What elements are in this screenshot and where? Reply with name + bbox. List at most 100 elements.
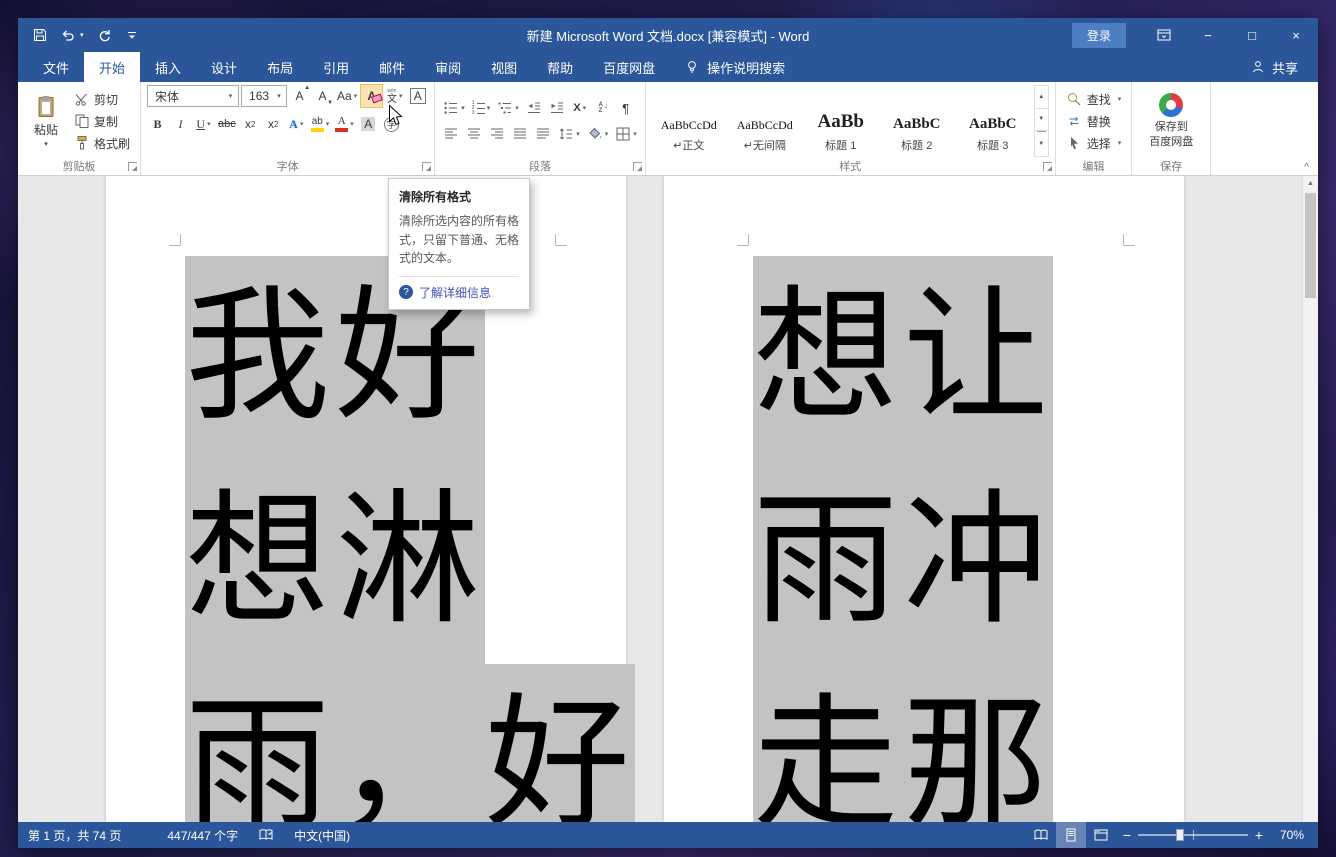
zoom-in-button[interactable]: + (1248, 822, 1270, 848)
font-size-combo[interactable]: 163 ▾ (241, 85, 288, 107)
align-center-button[interactable] (464, 124, 484, 144)
zoom-slider[interactable] (1138, 822, 1248, 848)
clipboard-dialog-launcher[interactable] (128, 162, 138, 171)
tab-references[interactable]: 引用 (308, 52, 364, 82)
format-painter-button[interactable]: 格式刷 (70, 133, 134, 153)
document-text-line[interactable]: 想让 (753, 256, 1053, 460)
line-spacing-button[interactable] (556, 124, 582, 144)
phonetic-guide-button[interactable]: 文wén (384, 85, 405, 107)
minimize-button[interactable]: − (1186, 18, 1230, 52)
paragraph-dialog-launcher[interactable] (632, 162, 642, 171)
align-left-button[interactable] (441, 124, 461, 144)
align-right-button[interactable] (487, 124, 507, 144)
word-count[interactable]: 447/447 个字 (157, 822, 248, 848)
scrollbar-thumb[interactable] (1305, 193, 1316, 298)
scroll-up-arrow[interactable]: ▲ (1303, 176, 1318, 191)
grow-font-button[interactable]: A ▲ (289, 85, 311, 107)
page-indicator[interactable]: 第 1 页，共 74 页 (18, 822, 131, 848)
copy-button[interactable]: 复制 (70, 111, 134, 131)
document-text-line[interactable]: 想淋 (185, 460, 485, 664)
collapse-ribbon-button[interactable]: ^ (1304, 162, 1309, 173)
tab-mailings[interactable]: 邮件 (364, 52, 420, 82)
font-name-combo[interactable]: 宋体 ▾ (147, 85, 240, 107)
replace-button[interactable]: 替换 (1062, 111, 1126, 131)
text-effects-button[interactable]: A (286, 113, 307, 135)
undo-button[interactable] (60, 27, 84, 43)
distributed-button[interactable] (533, 124, 553, 144)
zoom-level[interactable]: 70% (1270, 828, 1318, 842)
tab-insert[interactable]: 插入 (140, 52, 196, 82)
tab-layout[interactable]: 布局 (252, 52, 308, 82)
clear-formatting-button[interactable]: A (360, 84, 384, 108)
ribbon-display-options-button[interactable] (1142, 18, 1186, 52)
character-border-button[interactable]: A (407, 85, 428, 107)
style-heading-3[interactable]: AaBbC 标题 3 (956, 85, 1030, 157)
change-case-button[interactable]: Aa (335, 85, 359, 107)
font-dialog-launcher[interactable] (422, 162, 432, 171)
bold-button[interactable]: B (147, 113, 168, 135)
enclose-characters-button[interactable]: 字 (381, 113, 402, 135)
shrink-font-button[interactable]: A ▼ (312, 85, 334, 107)
tab-help[interactable]: 帮助 (532, 52, 588, 82)
save-to-baidu-button[interactable]: 保存到 百度网盘 (1138, 85, 1204, 157)
tooltip-learn-more-link[interactable]: ? 了解详细信息 (399, 284, 519, 301)
close-button[interactable]: × (1274, 18, 1318, 52)
web-layout-button[interactable] (1086, 822, 1116, 848)
maximize-button[interactable]: □ (1230, 18, 1274, 52)
redo-button[interactable] (96, 27, 112, 43)
asian-layout-button[interactable]: X (570, 98, 590, 118)
find-button[interactable]: 查找 (1062, 89, 1126, 109)
document-area[interactable]: 我好 想淋 雨，好 想让 雨冲 走那 ▲ (18, 176, 1318, 822)
cut-button[interactable]: 剪切 (70, 89, 134, 109)
customize-qat-button[interactable] (124, 27, 140, 43)
zoom-out-button[interactable]: − (1116, 822, 1138, 848)
style-no-spacing[interactable]: AaBbCcDd ↵无间隔 (728, 85, 802, 157)
styles-dialog-launcher[interactable] (1042, 162, 1052, 171)
print-layout-button[interactable] (1056, 822, 1086, 848)
save-button[interactable] (32, 27, 48, 43)
highlight-color-button[interactable]: ab (309, 113, 332, 135)
read-mode-button[interactable] (1026, 822, 1056, 848)
font-color-button[interactable]: A (333, 113, 356, 135)
paste-dropdown-caret[interactable]: ▾ (44, 140, 48, 148)
styles-scroll-up-button[interactable]: ▲ (1034, 86, 1048, 109)
multilevel-list-button[interactable] (495, 98, 521, 118)
proofing-status[interactable] (248, 822, 284, 848)
character-shading-button[interactable]: A (358, 113, 379, 135)
strikethrough-button[interactable]: abc (216, 113, 238, 135)
document-text-line[interactable]: 雨，好 (185, 664, 635, 822)
tab-baidu-netdisk[interactable]: 百度网盘 (588, 52, 670, 82)
paste-button[interactable]: 粘贴 ▾ (24, 85, 68, 157)
tab-home[interactable]: 开始 (84, 52, 141, 82)
decrease-indent-button[interactable] (524, 98, 544, 118)
tab-view[interactable]: 视图 (476, 52, 532, 82)
style-heading-1[interactable]: AaBb 标题 1 (804, 85, 878, 157)
tell-me-search[interactable]: 操作说明搜索 (670, 52, 799, 82)
shading-button[interactable] (585, 124, 611, 144)
tab-design[interactable]: 设计 (196, 52, 252, 82)
zoom-slider-thumb[interactable] (1176, 829, 1184, 841)
style-heading-2[interactable]: AaBbC 标题 2 (880, 85, 954, 157)
styles-scroll-down-button[interactable]: ▼ (1034, 109, 1048, 132)
document-text-line[interactable]: 雨冲 (753, 460, 1053, 664)
tab-review[interactable]: 审阅 (420, 52, 476, 82)
bullets-button[interactable] (441, 98, 467, 118)
language-indicator[interactable]: 中文(中国) (284, 822, 360, 848)
italic-button[interactable]: I (170, 113, 191, 135)
underline-button[interactable]: U (193, 113, 214, 135)
sort-button[interactable]: A Z ↓ (593, 98, 613, 118)
document-text-line[interactable]: 走那 (753, 664, 1053, 822)
style-normal[interactable]: AaBbCcDd ↵正文 (652, 85, 726, 157)
share-button[interactable]: 共享 (1230, 52, 1318, 82)
font-name-dropdown[interactable]: ▾ (223, 86, 238, 106)
styles-gallery-more-button[interactable]: ▼ (1036, 131, 1046, 156)
numbering-button[interactable]: 123 (470, 98, 493, 118)
justify-button[interactable] (510, 124, 530, 144)
vertical-scrollbar[interactable]: ▲ (1302, 176, 1318, 822)
superscript-button[interactable]: x2 (263, 113, 284, 135)
font-size-dropdown[interactable]: ▾ (272, 86, 286, 106)
login-button[interactable]: 登录 (1071, 22, 1126, 48)
select-button[interactable]: 选择 (1062, 133, 1126, 153)
tab-file[interactable]: 文件 (28, 52, 84, 82)
borders-button[interactable] (613, 124, 639, 144)
